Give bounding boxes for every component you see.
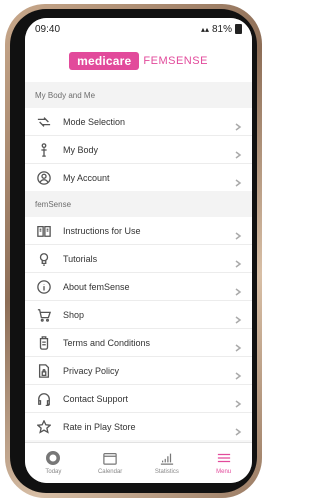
book-icon	[35, 222, 53, 240]
info-icon	[35, 278, 53, 296]
nav-label: Menu	[216, 469, 232, 475]
chevron-right-icon	[234, 146, 242, 159]
menu-item-privacy[interactable]: Privacy Policy	[25, 357, 252, 385]
menu-item-terms[interactable]: Terms and Conditions	[25, 329, 252, 357]
nav-today[interactable]: Today	[25, 443, 82, 483]
chevron-right-icon	[234, 367, 242, 380]
menu-item-label: About femSense	[63, 281, 130, 292]
menu-item-label: Privacy Policy	[63, 365, 120, 376]
chevron-right-icon	[234, 174, 242, 187]
menu-item-rate[interactable]: Rate in Play Store	[25, 413, 252, 440]
menu-item-label: Instructions for Use	[63, 225, 141, 236]
app-header: medicare FEMSENSE	[25, 40, 252, 83]
menu-item-label: Contact Support	[63, 393, 129, 404]
section-list: Instructions for Use Tutorials About fem…	[25, 217, 252, 440]
menu-item-label: Terms and Conditions	[63, 337, 151, 348]
menu-item-about[interactable]: About femSense	[25, 273, 252, 301]
menu-item-shop[interactable]: Shop	[25, 301, 252, 329]
battery-icon	[235, 24, 242, 34]
menu-icon	[217, 451, 231, 467]
menu-item-label: Tutorials	[63, 253, 98, 264]
brand-name: FEMSENSE	[143, 55, 208, 67]
nav-statistics[interactable]: Statistics	[139, 443, 196, 483]
menu-item-label: My Body	[63, 144, 99, 155]
menu-item-my-account[interactable]: My Account	[25, 164, 252, 191]
signal-icon: ▴▴	[200, 24, 209, 34]
chevron-right-icon	[234, 395, 242, 408]
account-icon	[35, 169, 53, 187]
status-time: 09:40	[35, 23, 61, 35]
bottom-navigation: Today Calendar Statistics Menu	[25, 442, 252, 483]
menu-item-label: Shop	[63, 309, 85, 320]
menu-item-label: Mode Selection	[63, 116, 126, 127]
brand-logo: medicare	[69, 52, 140, 70]
section-title: femSense	[25, 191, 252, 217]
body-icon	[35, 141, 53, 159]
today-icon	[46, 451, 61, 467]
menu-item-mode-selection[interactable]: Mode Selection	[25, 108, 252, 136]
nav-label: Statistics	[154, 469, 179, 475]
status-bar: 09:40 ▴▴ 81%	[25, 18, 252, 40]
menu-item-label: Rate in Play Store	[63, 421, 136, 432]
section-title: My Body and Me	[25, 82, 252, 108]
nav-label: Calendar	[97, 469, 123, 475]
menu-item-tutorials[interactable]: Tutorials	[25, 245, 252, 273]
section-list: Mode Selection My Body My Account	[25, 108, 252, 191]
switch-icon	[35, 113, 53, 131]
star-icon	[35, 418, 53, 436]
nav-calendar[interactable]: Calendar	[82, 443, 139, 483]
chevron-right-icon	[234, 118, 242, 131]
menu-item-label: My Account	[63, 172, 110, 183]
menu-item-contact[interactable]: Contact Support	[25, 385, 252, 413]
chevron-right-icon	[234, 423, 242, 436]
chevron-right-icon	[234, 283, 242, 296]
menu-item-my-body[interactable]: My Body	[25, 136, 252, 164]
terms-icon	[35, 334, 53, 352]
document-lock-icon	[35, 362, 53, 380]
cart-icon	[35, 306, 53, 324]
chevron-right-icon	[234, 227, 242, 240]
app-screen: 09:40 ▴▴ 81% medicare FEMSENSE My Body a…	[25, 18, 252, 483]
chevron-right-icon	[234, 311, 242, 324]
nav-menu[interactable]: Menu	[195, 443, 252, 483]
headset-icon	[35, 390, 53, 408]
status-indicators: ▴▴ 81%	[201, 24, 242, 35]
calendar-icon	[103, 451, 117, 467]
chevron-right-icon	[234, 255, 242, 268]
chevron-right-icon	[234, 339, 242, 352]
bulb-icon	[35, 250, 53, 268]
nav-label: Today	[45, 469, 62, 475]
menu-item-instructions[interactable]: Instructions for Use	[25, 217, 252, 245]
battery-percent: 81%	[211, 23, 232, 35]
statistics-icon	[160, 451, 174, 467]
